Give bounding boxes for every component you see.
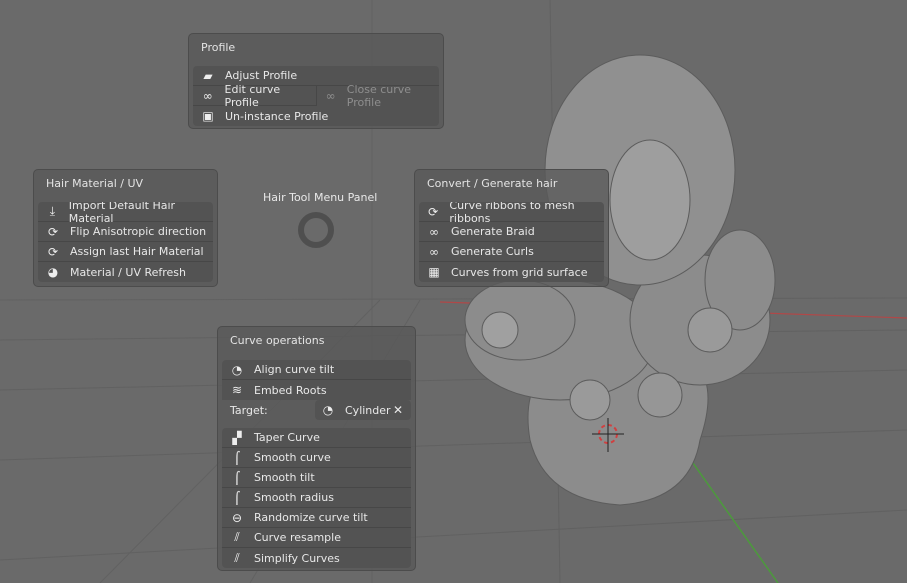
grid-icon: ▦ [428, 265, 440, 279]
profile-shape-icon: ▰ [203, 68, 213, 83]
label: Assign last Hair Material [70, 245, 204, 258]
link-icon: ∞ [429, 244, 439, 259]
label: Smooth radius [254, 491, 334, 504]
edit-curve-profile-button[interactable]: ∞ Edit curve Profile [193, 82, 317, 109]
import-hair-material-button[interactable]: ⤓ Import Default Hair Material [38, 202, 213, 225]
generate-curls-button[interactable]: ∞ Generate Curls [419, 242, 604, 262]
taper-icon: ▞ [232, 430, 242, 445]
label: Randomize curve tilt [254, 511, 368, 524]
refresh-icon: ⟳ [47, 244, 59, 259]
coil-icon: ≋ [231, 383, 243, 397]
id-card-icon: ▣ [202, 109, 214, 123]
simplify-curves-button[interactable]: ⫽ Simplify Curves [222, 548, 411, 568]
embed-roots-button[interactable]: ≋ Embed Roots [222, 380, 411, 400]
align-curve-tilt-button[interactable]: ◔ Align curve tilt [222, 360, 411, 380]
3d-viewport[interactable] [0, 0, 907, 583]
label: Import Default Hair Material [68, 202, 176, 225]
label: Material / UV Refresh [70, 265, 186, 279]
uninstance-profile-button[interactable]: ▣ Un-instance Profile [193, 106, 439, 126]
panel-title: Hair Material / UV [46, 177, 144, 190]
randomize-tilt-button[interactable]: ⊖ Randomize curve tilt [222, 508, 411, 528]
label: Generate Curls [451, 245, 534, 258]
smooth-icon: ⌠ [233, 450, 241, 465]
pie-menu-title: Hair Tool Menu Panel [263, 191, 378, 204]
curve-resample-button[interactable]: ⫽ Curve resample [222, 528, 411, 548]
curves-icon: ⫽ [234, 530, 240, 544]
target-value: Cylinder [345, 403, 391, 417]
convert-generate-panel: Convert / Generate hair ⟳ Curve ribbons t… [414, 169, 609, 287]
smooth-tilt-button[interactable]: ⌠ Smooth tilt [222, 468, 411, 488]
close-curve-profile-button[interactable]: ∞ Close curve Profile [317, 83, 440, 109]
material-sphere-icon: ◕ [47, 265, 59, 279]
rotate-icon: ⊖ [231, 510, 243, 525]
generate-braid-button[interactable]: ∞ Generate Braid [419, 222, 604, 242]
object-icon: ◔ [322, 403, 334, 417]
smooth-radius-button[interactable]: ⌠ Smooth radius [222, 488, 411, 508]
label: Embed Roots [254, 383, 327, 397]
panel-title: Convert / Generate hair [427, 177, 558, 190]
label: Align curve tilt [254, 363, 335, 376]
link-icon: ∞ [429, 224, 439, 239]
ribbons-to-mesh-button[interactable]: ⟳ Curve ribbons to mesh ribbons [419, 202, 604, 225]
label: Un-instance Profile [225, 109, 329, 123]
refresh-icon: ⟳ [428, 204, 439, 219]
label: Generate Braid [451, 225, 535, 238]
label: Curve resample [254, 531, 341, 544]
label: Smooth curve [254, 451, 331, 464]
assign-last-material-button[interactable]: ⟳ Assign last Hair Material [38, 242, 213, 262]
pie-center-ring [298, 212, 334, 248]
panel-title: Profile [201, 41, 236, 54]
target-label: Target: [230, 403, 268, 417]
label: Edit curve Profile [224, 82, 281, 109]
smooth-icon: ⌠ [233, 470, 241, 485]
refresh-icon: ⟳ [47, 224, 59, 239]
profile-panel: Profile ▰ Adjust Profile ∞ Edit curve Prof… [188, 33, 444, 129]
label: Adjust Profile [225, 69, 298, 82]
smooth-icon: ⌠ [233, 490, 241, 505]
flip-anisotropic-button[interactable]: ⟳ Flip Anisotropic direction [38, 222, 213, 242]
label: Flip Anisotropic direction [70, 225, 207, 238]
clear-target-icon[interactable]: ✕ [393, 403, 403, 417]
link-icon: ∞ [202, 88, 213, 103]
tilt-icon: ◔ [231, 362, 243, 377]
smooth-curve-button[interactable]: ⌠ Smooth curve [222, 448, 411, 468]
label: Taper Curve [254, 431, 320, 444]
import-icon: ⤓ [49, 204, 56, 218]
label: Curve ribbons to mesh ribbons [449, 202, 575, 225]
curves-icon: ⫽ [234, 550, 240, 565]
target-object-field[interactable]: ◔ Cylinder ✕ [315, 400, 411, 420]
label: Curves from grid surface [451, 265, 588, 279]
panel-title: Curve operations [230, 334, 325, 347]
taper-curve-button[interactable]: ▞ Taper Curve [222, 428, 411, 448]
unlink-icon: ∞ [325, 89, 336, 103]
curve-operations-panel: Curve operations ◔ Align curve tilt ≋ Embe… [217, 326, 416, 571]
label: Close curve Profile [346, 83, 412, 109]
label: Smooth tilt [254, 471, 315, 484]
curves-from-grid-button[interactable]: ▦ Curves from grid surface [419, 262, 604, 282]
material-uv-refresh-button[interactable]: ◕ Material / UV Refresh [38, 262, 213, 282]
hair-material-panel: Hair Material / UV ⤓ Import Default Hair … [33, 169, 218, 287]
label: Simplify Curves [254, 551, 340, 565]
